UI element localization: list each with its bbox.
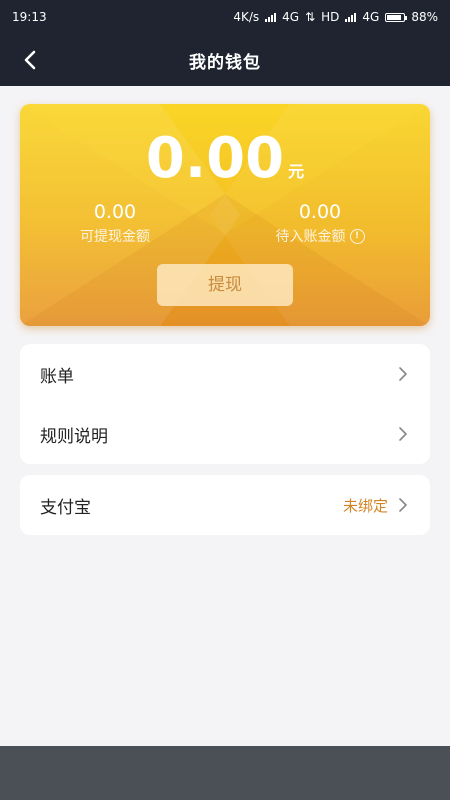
withdraw-button[interactable]: 提现 xyxy=(157,264,293,306)
menu-item-label: 规则说明 xyxy=(40,426,108,447)
withdrawable-stat: 0.00 可提现金额 xyxy=(20,200,215,246)
balance-unit: 元 xyxy=(288,162,305,181)
pending-amount: 0.00 xyxy=(298,201,342,223)
alipay-group: 支付宝 未绑定 xyxy=(20,475,430,535)
balance-amount: 0.00 xyxy=(145,126,285,191)
menu-group: 账单 规则说明 xyxy=(20,344,430,464)
menu-item-rules[interactable]: 规则说明 xyxy=(20,404,430,464)
battery-icon xyxy=(385,12,408,22)
info-icon[interactable]: ! xyxy=(349,228,365,244)
withdrawable-amount: 0.00 xyxy=(93,201,137,223)
data-transfer-icon: ⇅ xyxy=(305,10,316,24)
back-button[interactable] xyxy=(14,44,46,76)
status-bar: 19:13 4K/s 4G ⇅ HD 4G 88% xyxy=(0,0,450,34)
chevron-right-icon xyxy=(399,367,407,381)
signal-icon xyxy=(265,12,277,22)
pending-stat: 0.00 待入账金额 ! xyxy=(220,200,420,246)
withdrawable-label: 可提现金额 xyxy=(80,229,150,245)
pending-label-row: 待入账金额 ! xyxy=(220,226,420,246)
network-type-label: 4G xyxy=(362,10,380,24)
hd-label: HD xyxy=(321,10,340,24)
alipay-row[interactable]: 支付宝 未绑定 xyxy=(20,475,430,535)
status-indicators: 4K/s 4G ⇅ HD 4G 88% xyxy=(233,10,438,24)
pending-label: 待入账金额 xyxy=(275,229,346,245)
withdrawable-label-row: 可提现金额 xyxy=(20,226,215,246)
alipay-status: 未绑定 xyxy=(342,496,388,515)
chevron-right-icon xyxy=(399,498,407,512)
menu-item-bill[interactable]: 账单 xyxy=(20,344,430,404)
alipay-right: 未绑定 xyxy=(343,495,408,516)
network-speed: 4K/s xyxy=(233,10,260,24)
menu-item-label: 账单 xyxy=(40,366,74,387)
page-title: 我的钱包 xyxy=(189,52,261,73)
chevron-right-icon xyxy=(399,427,407,441)
network-type-label: 4G xyxy=(282,10,300,24)
wallet-card: 0.00 元 0.00 可提现金额 0.00 待入账金额 ! 提现 xyxy=(20,104,430,326)
bottom-bar xyxy=(0,746,450,800)
status-time: 19:13 xyxy=(12,10,47,24)
balance-display: 0.00 元 xyxy=(20,124,430,194)
chevron-left-icon xyxy=(24,50,36,70)
signal-icon xyxy=(345,12,357,22)
battery-percent: 88% xyxy=(411,10,438,24)
nav-bar: 我的钱包 xyxy=(0,34,450,86)
alipay-label: 支付宝 xyxy=(40,497,91,518)
